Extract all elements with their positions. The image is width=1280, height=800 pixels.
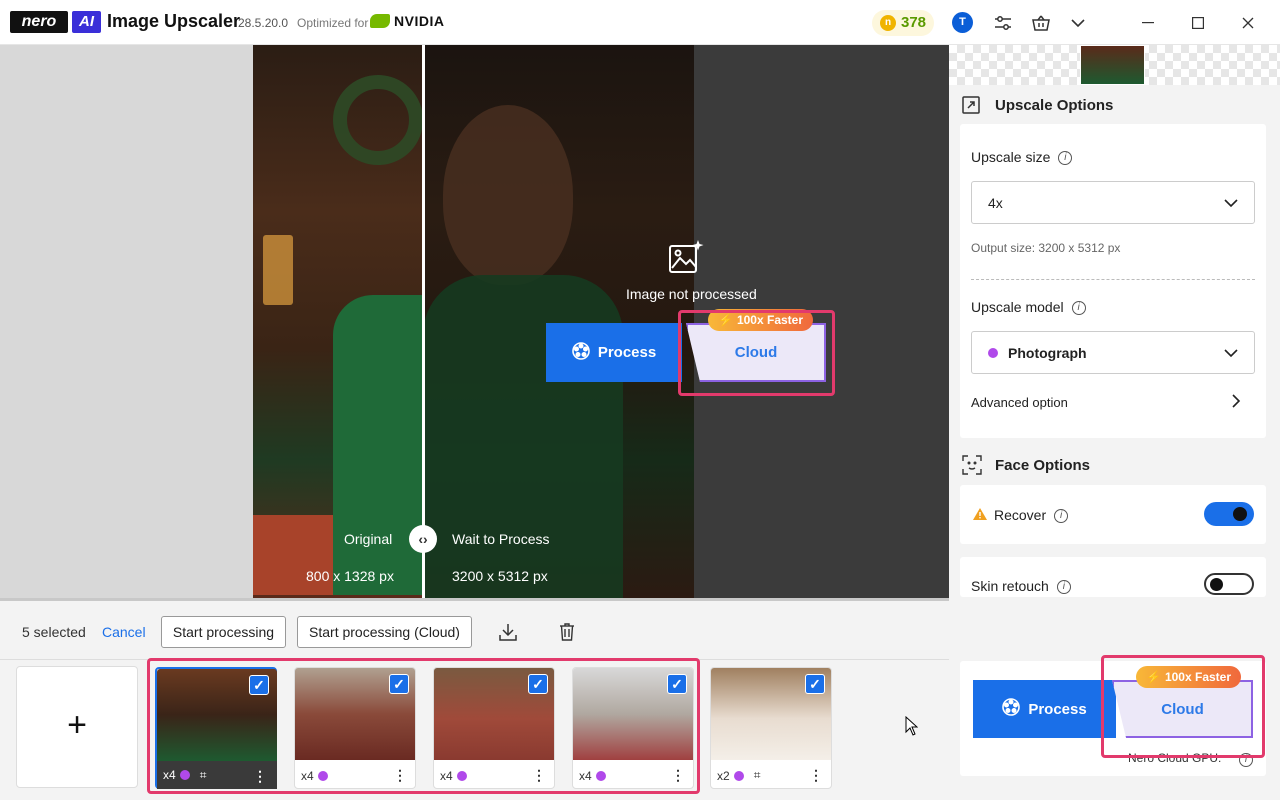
image-not-processed-label: Image not processed <box>626 286 757 302</box>
panel-cloud-highlight-box <box>1101 655 1265 758</box>
upscale-model-label: Upscale model i <box>971 299 1086 316</box>
processed-preview-image <box>423 45 694 598</box>
upscale-model-select[interactable]: Photograph <box>971 331 1255 374</box>
cloud-highlight-box <box>678 310 835 396</box>
panel-process-button[interactable]: Process <box>973 680 1116 738</box>
trash-icon[interactable] <box>554 619 580 645</box>
warning-icon <box>972 507 988 526</box>
thumbnail-5[interactable]: x2 ⌗ ✓ ⋮ <box>710 667 832 789</box>
info-icon[interactable]: i <box>1054 509 1069 524</box>
mouse-cursor-icon <box>905 715 919 741</box>
section-divider <box>971 279 1255 280</box>
maximize-icon[interactable] <box>1185 10 1211 36</box>
upscale-size-label: Upscale size i <box>971 149 1073 166</box>
advanced-option-label: Advanced option <box>971 395 1068 410</box>
chevron-down-icon <box>1224 195 1238 211</box>
nvidia-logo: NVIDIA <box>394 13 445 29</box>
nvidia-eye-icon <box>370 14 390 28</box>
upscale-icon <box>962 96 980 119</box>
avatar[interactable]: T <box>952 12 973 33</box>
cancel-link[interactable]: Cancel <box>102 624 146 640</box>
coin-icon: n <box>880 15 896 31</box>
image-not-processed-icon <box>668 240 704 274</box>
shop-basket-icon[interactable] <box>1028 10 1054 36</box>
aperture-icon <box>572 341 590 364</box>
output-size: 3200 x 5312 px <box>452 568 548 584</box>
upscale-model-value: Photograph <box>1008 344 1087 361</box>
more-options-icon[interactable]: ⋮ <box>809 767 823 784</box>
nero-logo: nero <box>10 11 68 33</box>
compare-divider[interactable] <box>422 45 425 598</box>
compare-handle[interactable]: ‹› <box>409 525 437 553</box>
advanced-option-row[interactable]: Advanced option <box>971 394 1241 411</box>
thumbnails-highlight-box <box>147 658 700 794</box>
upscale-options-title: Upscale Options <box>995 97 1114 114</box>
chevron-right-icon <box>1232 394 1241 411</box>
upscale-options-card <box>960 124 1266 438</box>
wait-to-process-label: Wait to Process <box>452 531 550 547</box>
process-button[interactable]: Process <box>546 323 682 382</box>
upscale-size-value: 4x <box>988 194 1003 211</box>
model-dot <box>733 770 744 781</box>
start-processing-cloud-button[interactable]: Start processing (Cloud) <box>297 616 472 648</box>
original-image <box>253 45 423 598</box>
thumbnail-scale: x2 <box>717 768 730 783</box>
selected-count: 5 selected <box>22 624 86 640</box>
thumbnail-checkbox[interactable]: ✓ <box>805 674 825 694</box>
aperture-icon <box>1002 698 1021 720</box>
skin-retouch-label: Skin retouch i <box>971 578 1071 595</box>
face-options-title: Face Options <box>995 457 1091 474</box>
chevron-down-icon <box>1224 345 1238 361</box>
process-button-label: Process <box>597 344 657 361</box>
info-icon[interactable]: i <box>1058 151 1073 166</box>
upscale-size-select[interactable]: 4x <box>971 181 1255 224</box>
chevron-down-icon[interactable] <box>1065 10 1091 36</box>
ai-logo: AI <box>72 11 101 33</box>
optimized-for-label: Optimized for <box>297 16 369 30</box>
panel-process-label: Process <box>1028 700 1087 718</box>
face-scan-icon <box>962 455 982 480</box>
original-label: Original <box>344 531 393 547</box>
toggle-knob <box>1233 507 1247 521</box>
toggle-knob <box>1210 578 1223 591</box>
info-icon[interactable]: i <box>1056 580 1071 595</box>
skin-retouch-toggle[interactable] <box>1204 573 1254 595</box>
output-size-text: Output size: 3200 x 5312 px <box>971 241 1121 255</box>
recover-label: Recover i <box>994 507 1069 524</box>
add-image-button[interactable]: + <box>16 666 138 788</box>
recover-toggle[interactable] <box>1204 502 1254 526</box>
credits-count: 378 <box>901 14 927 31</box>
download-icon[interactable] <box>495 619 521 645</box>
app-version: 28.5.20.0 <box>238 16 289 30</box>
face-scan-icon: ⌗ <box>753 768 761 782</box>
current-image-mini <box>1080 45 1145 85</box>
close-icon[interactable] <box>1235 10 1261 36</box>
info-icon[interactable]: i <box>1071 301 1086 316</box>
settings-sliders-icon[interactable] <box>990 10 1016 36</box>
minimize-icon[interactable] <box>1135 10 1161 36</box>
app-title: Image Upscaler <box>107 11 241 31</box>
original-size: 800 x 1328 px <box>306 568 394 584</box>
start-processing-button[interactable]: Start processing <box>161 616 286 648</box>
model-dot <box>988 347 998 358</box>
